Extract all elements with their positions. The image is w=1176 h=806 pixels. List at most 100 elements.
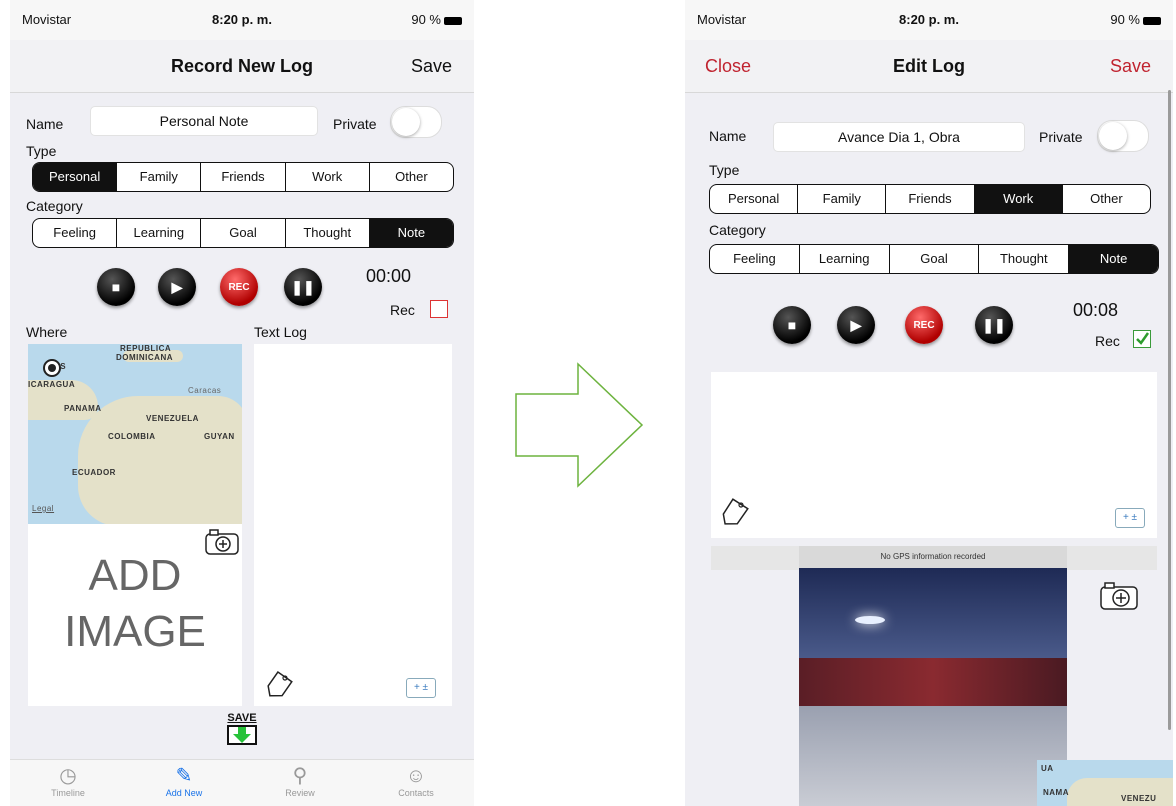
type-option-friends[interactable]: Friends (885, 185, 973, 213)
name-field[interactable]: Avance Dia 1, Obra (773, 122, 1025, 152)
map-label: REPUBLICA (120, 344, 172, 353)
tag-icon[interactable] (719, 496, 751, 526)
photo-light (855, 616, 885, 624)
map-label: UA (1041, 764, 1054, 773)
battery-icon (1143, 16, 1161, 25)
status-bar: Movistar 8:20 p. m. 90 % (685, 0, 1173, 40)
record-new-log-screen: Movistar 8:20 p. m. 90 % Record New Log … (10, 0, 474, 806)
rec-label: Rec (1095, 333, 1120, 349)
category-option-thought[interactable]: Thought (284, 219, 369, 247)
battery-indicator: 90 % (411, 12, 462, 27)
save-icon-label: SAVE (227, 712, 257, 724)
name-label: Name (709, 128, 747, 144)
category-option-learning[interactable]: Learning (798, 245, 889, 273)
play-button[interactable]: ▶ (158, 268, 196, 306)
log-photo[interactable]: No GPS information recorded (799, 546, 1067, 806)
tab-label: Contacts (398, 788, 434, 798)
scrollbar[interactable] (1168, 90, 1171, 730)
play-button[interactable]: ▶ (837, 306, 875, 344)
category-option-thought[interactable]: Thought (978, 245, 1068, 273)
add-image-area[interactable]: ADD IMAGE (28, 524, 242, 706)
type-option-personal[interactable]: Personal (33, 163, 117, 191)
map-label: GUYAN (204, 432, 235, 441)
save-button[interactable]: Save (411, 56, 452, 77)
type-option-friends[interactable]: Friends (200, 163, 284, 191)
stop-button[interactable]: ■ (773, 306, 811, 344)
record-button[interactable]: REC (905, 306, 943, 344)
type-label: Type (709, 162, 740, 178)
type-option-other[interactable]: Other (368, 163, 453, 191)
edit-icon: ✎ (175, 765, 193, 787)
type-option-work[interactable]: Work (973, 185, 1062, 213)
stop-button[interactable]: ■ (97, 268, 135, 306)
map-label: VENEZU (1121, 794, 1157, 803)
pause-icon: ❚❚ (982, 316, 1006, 333)
private-toggle[interactable] (390, 106, 442, 138)
type-option-family[interactable]: Family (116, 163, 200, 191)
map-legal-link[interactable]: Legal (32, 504, 54, 513)
category-option-note[interactable]: Note (1068, 245, 1158, 273)
add-contact-button[interactable]: + ± (406, 678, 436, 698)
add-image-line2: IMAGE (64, 607, 206, 656)
pause-button[interactable]: ❚❚ (975, 306, 1013, 344)
private-toggle[interactable] (1097, 120, 1149, 152)
tab-review[interactable]: ⚲ Review (242, 760, 358, 806)
tab-contacts[interactable]: ☺ Contacts (358, 760, 474, 806)
rec-checkbox[interactable] (1133, 330, 1151, 348)
toggle-knob (1099, 122, 1127, 150)
record-button[interactable]: REC (220, 268, 258, 306)
map-pin-icon: ⚲ (292, 765, 308, 787)
photo-wall (799, 658, 1067, 706)
stop-icon: ■ (787, 317, 797, 333)
add-contact-button[interactable]: + ± (1115, 508, 1145, 528)
location-target-icon (43, 359, 61, 377)
save-button[interactable]: Save (1110, 56, 1151, 77)
category-option-learning[interactable]: Learning (116, 219, 200, 247)
map-label: ECUADOR (72, 468, 116, 477)
category-option-feeling[interactable]: Feeling (33, 219, 116, 247)
timer-display: 00:08 (1073, 300, 1119, 320)
private-label: Private (333, 116, 377, 132)
type-option-work[interactable]: Work (284, 163, 369, 191)
name-field[interactable]: Personal Note (90, 106, 318, 136)
map-label: Caracas (188, 386, 222, 395)
category-segmented-control: Feeling Learning Goal Thought Note (32, 218, 454, 248)
battery-indicator: 90 % (1110, 12, 1161, 27)
camera-icon[interactable] (1099, 580, 1139, 612)
arrow-right-icon (515, 362, 644, 488)
tab-add-new[interactable]: ✎ Add New (126, 760, 242, 806)
save-log-button[interactable]: SAVE (222, 712, 262, 751)
tab-bar: ◷ Timeline ✎ Add New ⚲ Review ☺ Contacts (10, 759, 474, 806)
tag-icon[interactable] (264, 670, 294, 698)
category-option-feeling[interactable]: Feeling (710, 245, 799, 273)
tab-label: Timeline (51, 788, 85, 798)
text-log-label: Text Log (254, 324, 307, 340)
category-label: Category (709, 222, 766, 238)
text-log-area[interactable]: + ± (711, 372, 1157, 538)
status-time: 8:20 p. m. (212, 12, 272, 27)
text-log-area[interactable]: + ± (254, 344, 452, 706)
map-label: DOMINICANA (116, 353, 173, 362)
tab-timeline[interactable]: ◷ Timeline (10, 760, 126, 806)
type-option-family[interactable]: Family (797, 185, 885, 213)
map-label: COLOMBIA (108, 432, 156, 441)
category-option-goal[interactable]: Goal (200, 219, 284, 247)
gps-note: No GPS information recorded (799, 546, 1067, 568)
download-icon (227, 725, 257, 745)
nav-bar: Record New Log Save (10, 40, 474, 93)
category-segmented-control: Feeling Learning Goal Thought Note (709, 244, 1159, 274)
pause-button[interactable]: ❚❚ (284, 268, 322, 306)
type-option-personal[interactable]: Personal (710, 185, 797, 213)
category-option-note[interactable]: Note (368, 219, 453, 247)
where-label: Where (26, 324, 68, 340)
location-map[interactable]: REPUBLICA DOMINICANA AS ICARAGUA Caracas… (28, 344, 242, 524)
rec-checkbox[interactable] (430, 300, 448, 318)
play-icon: ▶ (850, 316, 862, 333)
type-segmented-control: Personal Family Friends Work Other (709, 184, 1151, 214)
rec-label: REC (913, 319, 935, 331)
mini-map[interactable]: UA NAMA VENEZU (1037, 760, 1173, 806)
edit-log-screen: Movistar 8:20 p. m. 90 % Close Edit Log … (685, 0, 1173, 806)
category-option-goal[interactable]: Goal (888, 245, 979, 273)
clock-icon: ◷ (59, 765, 77, 787)
type-option-other[interactable]: Other (1061, 185, 1150, 213)
